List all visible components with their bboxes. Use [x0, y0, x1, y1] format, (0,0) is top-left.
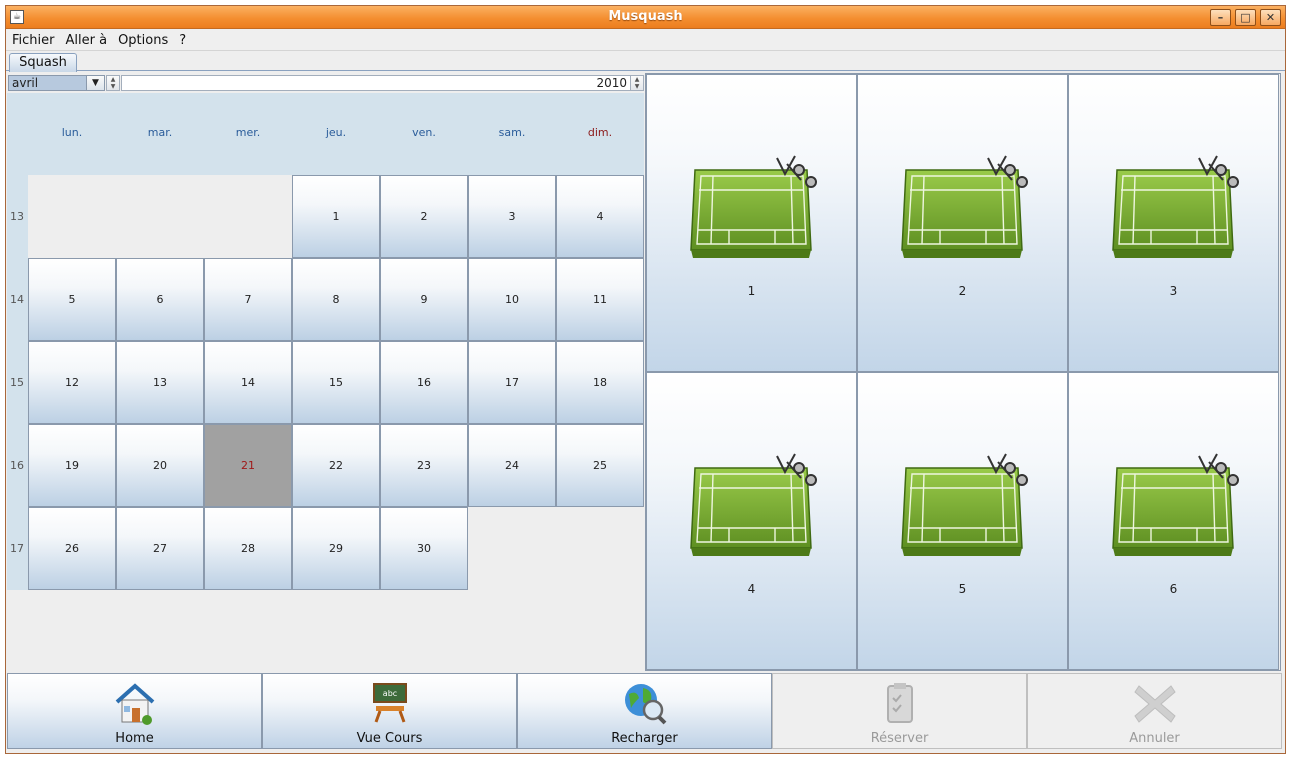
day-cell[interactable]: 10: [468, 258, 556, 341]
app-window: ☕ Musquash – □ ✕ Fichier Aller à Options…: [5, 5, 1286, 754]
day-cell[interactable]: 3: [468, 175, 556, 258]
close-button[interactable]: ✕: [1260, 9, 1281, 26]
day-name-2: mer.: [235, 126, 261, 139]
day-cell[interactable]: 29: [292, 507, 380, 590]
week-number: 15: [10, 376, 24, 389]
toolbar-button-label: Réserver: [870, 731, 929, 746]
calendar-grid: lun. mar. mer. jeu. ven. sam. dim. 13 1 2 3 4 14 5 6 7 8…: [7, 93, 644, 591]
menu-help[interactable]: ?: [178, 30, 192, 50]
day-cell[interactable]: 11: [556, 258, 644, 341]
toolbar-button-label: Recharger: [611, 731, 678, 746]
day-cell[interactable]: 26: [28, 507, 116, 590]
court-button-5[interactable]: 5: [857, 372, 1068, 670]
day-cell[interactable]: 18: [556, 341, 644, 424]
calendar-panel: avril ▼ ▲ ▼ 2010 ▲ ▼ lun. mar. mer. jeu. ven. s…: [7, 73, 644, 671]
title-bar[interactable]: ☕ Musquash – □ ✕: [6, 6, 1285, 29]
day-cell[interactable]: 27: [116, 507, 204, 590]
day-cell[interactable]: 13: [116, 341, 204, 424]
tab-squash[interactable]: Squash: [9, 53, 77, 72]
court-button-1[interactable]: 1: [646, 74, 857, 372]
day-cell[interactable]: 16: [380, 341, 468, 424]
minimize-button[interactable]: –: [1210, 9, 1231, 26]
vue-cours-button[interactable]: abc Vue Cours: [262, 673, 517, 749]
day-cell[interactable]: 14: [204, 341, 292, 424]
court-label: 6: [1169, 582, 1178, 596]
squash-court-icon: [690, 155, 817, 258]
week-number: 13: [10, 210, 24, 223]
court-button-3[interactable]: 3: [1068, 74, 1279, 372]
court-label: 1: [747, 284, 756, 298]
day-cell[interactable]: 21: [204, 424, 292, 507]
r-server-button[interactable]: Réserver: [772, 673, 1027, 749]
court-label: 4: [747, 582, 756, 596]
day-cell[interactable]: 8: [292, 258, 380, 341]
recharger-button[interactable]: Recharger: [517, 673, 772, 749]
month-spinner[interactable]: ▲ ▼: [106, 75, 120, 91]
day-cell[interactable]: 23: [380, 424, 468, 507]
day-cell[interactable]: 4: [556, 175, 644, 258]
squash-court-icon: [690, 453, 817, 556]
court-button-2[interactable]: 2: [857, 74, 1068, 372]
day-name-1: mar.: [147, 126, 173, 139]
day-cell[interactable]: 30: [380, 507, 468, 590]
svg-text:abc: abc: [383, 689, 397, 698]
maximize-button[interactable]: □: [1235, 9, 1256, 26]
court-button-6[interactable]: 6: [1068, 372, 1279, 670]
menu-fichier[interactable]: Fichier: [11, 30, 61, 50]
menu-bar: Fichier Aller à Options ?: [6, 30, 1285, 51]
week-number: 17: [10, 542, 24, 555]
day-cell[interactable]: 20: [116, 424, 204, 507]
day-cell[interactable]: 9: [380, 258, 468, 341]
window-title: Musquash: [608, 9, 683, 24]
month-value: avril: [9, 76, 86, 90]
day-name-0: lun.: [61, 126, 83, 139]
courts-panel: 1 2 3 4 5 6: [645, 73, 1281, 671]
menu-options[interactable]: Options: [117, 30, 174, 50]
court-button-4[interactable]: 4: [646, 372, 857, 670]
tab-strip: Squash: [6, 52, 1285, 72]
squash-court-icon: [901, 155, 1028, 258]
toolbar-button-label: Vue Cours: [356, 731, 423, 746]
squash-court-icon: [1112, 155, 1239, 258]
day-cell[interactable]: 1: [292, 175, 380, 258]
day-cell[interactable]: 22: [292, 424, 380, 507]
day-name-4: ven.: [412, 126, 436, 139]
day-name-6: dim.: [587, 126, 613, 139]
court-label: 3: [1169, 284, 1178, 298]
court-label: 5: [958, 582, 967, 596]
bottom-toolbar: Home abc Vue Cours Recharger Réserver Annuler: [7, 673, 1284, 749]
day-name-5: sam.: [498, 126, 526, 139]
day-cell[interactable]: 7: [204, 258, 292, 341]
day-cell[interactable]: 15: [292, 341, 380, 424]
day-cell[interactable]: 19: [28, 424, 116, 507]
squash-court-icon: [901, 453, 1028, 556]
day-cell[interactable]: 12: [28, 341, 116, 424]
menu-aller-a[interactable]: Aller à: [65, 30, 114, 50]
day-cell[interactable]: 25: [556, 424, 644, 507]
annuler-button[interactable]: Annuler: [1027, 673, 1282, 749]
day-cell[interactable]: 28: [204, 507, 292, 590]
month-select[interactable]: avril ▼: [8, 75, 105, 91]
court-label: 2: [958, 284, 967, 298]
toolbar-button-label: Home: [115, 731, 154, 746]
day-cell[interactable]: 5: [28, 258, 116, 341]
main-content: avril ▼ ▲ ▼ 2010 ▲ ▼ lun. mar. mer. jeu. ven. s…: [6, 72, 1285, 672]
day-cell[interactable]: 6: [116, 258, 204, 341]
home-button[interactable]: Home: [7, 673, 262, 749]
week-number: 16: [10, 459, 24, 472]
squash-court-icon: [1112, 453, 1239, 556]
day-cell[interactable]: 24: [468, 424, 556, 507]
day-name-3: jeu.: [325, 126, 347, 139]
chevron-down-icon[interactable]: ▼: [86, 76, 104, 90]
toolbar-button-label: Annuler: [1129, 731, 1180, 746]
year-spinner[interactable]: ▲ ▼: [630, 75, 644, 91]
year-field[interactable]: 2010: [121, 75, 631, 91]
day-cell[interactable]: 17: [468, 341, 556, 424]
week-number: 14: [10, 293, 24, 306]
day-cell[interactable]: 2: [380, 175, 468, 258]
